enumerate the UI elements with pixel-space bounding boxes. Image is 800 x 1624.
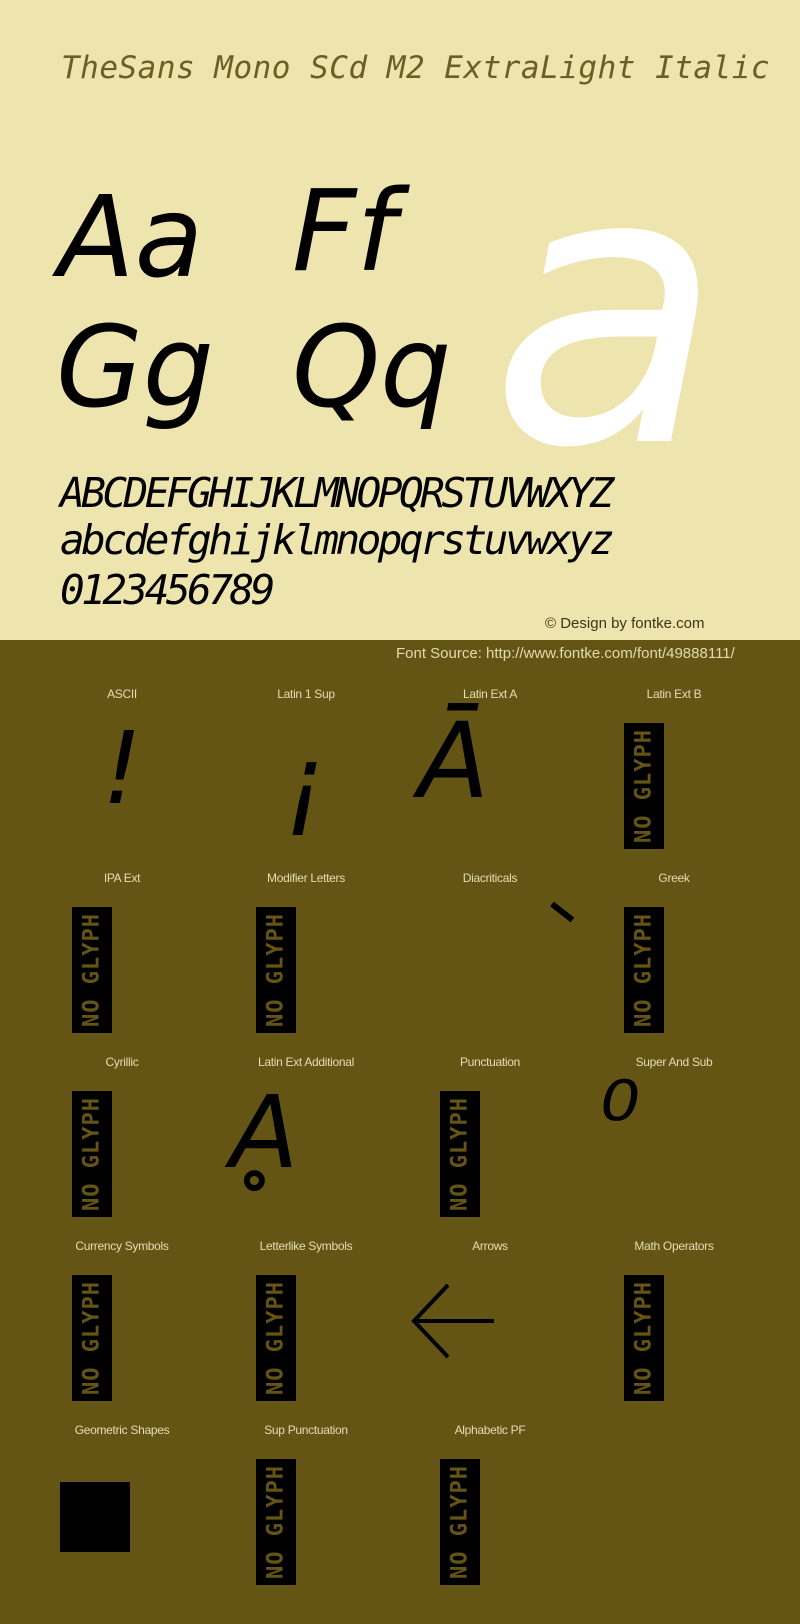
unicode-block-label: Math Operators — [634, 1239, 714, 1253]
unicode-block-label: Currency Symbols — [75, 1239, 169, 1253]
glyph-sample-area: NO GLYPH — [30, 893, 214, 1053]
unicode-block-cell: Modifier Letters NO GLYPH — [214, 871, 398, 1055]
unicode-block-label: Modifier Letters — [267, 871, 345, 885]
unicode-block-cell: IPA Ext NO GLYPH — [30, 871, 214, 1055]
unicode-block-cell: Latin Ext AĀ — [398, 687, 582, 871]
unicode-block-label: IPA Ext — [103, 871, 141, 885]
design-credit: © Design by fontke.com — [545, 615, 705, 632]
glyph-sample-area: Ḁ — [214, 1077, 398, 1237]
glyph-sample-area: ⁰ — [582, 1069, 766, 1237]
no-glyph-placeholder: NO GLYPH — [440, 1091, 480, 1217]
glyph-pair-aa: Aa — [58, 173, 204, 303]
no-glyph-placeholder: NO GLYPH — [72, 1091, 112, 1217]
unicode-block-label: Latin Ext B — [646, 687, 702, 701]
no-glyph-placeholder: NO GLYPH — [624, 907, 664, 1033]
no-glyph-placeholder: NO GLYPH — [624, 723, 664, 849]
no-glyph-text: NO GLYPH — [263, 1465, 289, 1579]
unicode-block-cell: Sup Punctuation NO GLYPH — [214, 1423, 398, 1607]
glyph-sample-area: NO GLYPH — [214, 1445, 398, 1605]
font-name-title: TheSans Mono SCd M2 ExtraLight Italic — [61, 50, 771, 86]
no-glyph-placeholder: NO GLYPH — [256, 1275, 296, 1401]
no-glyph-text: NO GLYPH — [79, 913, 105, 1027]
unicode-block-cell: Currency Symbols NO GLYPH — [30, 1239, 214, 1423]
no-glyph-placeholder: NO GLYPH — [624, 1275, 664, 1401]
unicode-block-label: Letterlike Symbols — [259, 1239, 353, 1253]
hero-glyph: a — [490, 88, 723, 531]
no-glyph-text: NO GLYPH — [447, 1465, 473, 1579]
no-glyph-text: NO GLYPH — [263, 913, 289, 1027]
unicode-block-cell: Alphabetic PF NO GLYPH — [398, 1423, 582, 1607]
digits-sample: 0123456789 — [60, 566, 275, 614]
unicode-block-cell: Letterlike Symbols NO GLYPH — [214, 1239, 398, 1423]
unicode-block-cell: ASCII! — [30, 687, 214, 871]
no-glyph-placeholder: NO GLYPH — [72, 907, 112, 1033]
no-glyph-placeholder: NO GLYPH — [256, 907, 296, 1033]
no-glyph-placeholder: NO GLYPH — [72, 1275, 112, 1401]
no-glyph-text: NO GLYPH — [79, 1281, 105, 1395]
glyph-char: ⁰ — [600, 1060, 641, 1177]
glyph-sample-area — [30, 1445, 214, 1605]
glyph-char: ¡ — [284, 724, 325, 841]
glyph-sample-area: NO GLYPH — [582, 709, 766, 869]
glyph-sample-area: ! — [30, 709, 214, 869]
glyph-sample-area — [398, 893, 582, 1053]
unicode-block-cell: Latin Ext B NO GLYPH — [582, 687, 766, 871]
no-glyph-placeholder: NO GLYPH — [256, 1459, 296, 1585]
unicode-block-label: Latin 1 Sup — [277, 687, 335, 701]
unicode-block-label: Geometric Shapes — [74, 1423, 170, 1437]
glyph-sample-area: NO GLYPH — [30, 1077, 214, 1237]
unicode-block-label: Sup Punctuation — [264, 1423, 348, 1437]
black-square-glyph — [60, 1482, 130, 1552]
unicode-block-label: Diacriticals — [462, 871, 518, 885]
no-glyph-text: NO GLYPH — [631, 729, 657, 843]
unicode-block-cell: Diacriticals — [398, 871, 582, 1055]
unicode-block-cell: Super And Sub ⁰ — [582, 1055, 766, 1239]
no-glyph-text: NO GLYPH — [263, 1281, 289, 1395]
unicode-block-label: Alphabetic PF — [454, 1423, 526, 1437]
unicode-block-cell: Arrows — [398, 1239, 582, 1423]
glyph-sample-area: NO GLYPH — [214, 1261, 398, 1421]
unicode-block-cell: Geometric Shapes — [30, 1423, 214, 1607]
glyph-pair-qq: Qq — [292, 303, 452, 433]
no-glyph-placeholder: NO GLYPH — [440, 1459, 480, 1585]
glyph-sample-area: NO GLYPH — [30, 1261, 214, 1421]
left-arrow-glyph — [411, 1283, 494, 1359]
unicode-block-cell: Punctuation NO GLYPH — [398, 1055, 582, 1239]
glyph-sample-area: NO GLYPH — [214, 893, 398, 1053]
glyph-sample-area: Ā — [398, 709, 582, 869]
grave-accent-glyph — [550, 901, 575, 923]
unicode-block-label: Greek — [658, 871, 690, 885]
unicode-block-cell: Greek NO GLYPH — [582, 871, 766, 1055]
uppercase-sample: ABCDEFGHIJKLMNOPQRSTUVWXYZ — [60, 469, 614, 517]
glyph-sample-area: ¡ — [214, 709, 398, 869]
unicode-block-label: Latin Ext Additional — [257, 1055, 355, 1069]
unicode-block-cell: Latin Ext Additional Ḁ — [214, 1055, 398, 1239]
unicode-block-cell: Latin 1 Sup ¡ — [214, 687, 398, 871]
glyph-sample-area: NO GLYPH — [582, 893, 766, 1053]
glyph-pair-gg: Gg — [56, 303, 214, 433]
preview-panel: TheSans Mono SCd M2 ExtraLight Italic Aa… — [0, 0, 800, 640]
glyph-sample-area — [398, 1261, 582, 1421]
unicode-block-label: Latin Ext A — [462, 687, 518, 701]
font-source-link[interactable]: Font Source: http://www.fontke.com/font/… — [396, 645, 735, 662]
glyph-sample-area: NO GLYPH — [398, 1077, 582, 1237]
no-glyph-text: NO GLYPH — [631, 1281, 657, 1395]
unicode-block-label: Arrows — [472, 1239, 508, 1253]
glyph-char: ! — [102, 710, 143, 827]
glyph-char: Ā — [418, 700, 490, 822]
glyph-sample-area: NO GLYPH — [398, 1445, 582, 1605]
unicode-block-cell: Math Operators NO GLYPH — [582, 1239, 766, 1423]
glyph-sample-area: NO GLYPH — [582, 1261, 766, 1421]
unicode-block-label: Punctuation — [459, 1055, 521, 1069]
glyph-pair-ff: Ff — [292, 167, 396, 297]
lowercase-sample: abcdefghijklmnopqrstuvwxyz — [60, 516, 614, 564]
no-glyph-text: NO GLYPH — [447, 1097, 473, 1211]
unicode-block-label: Cyrillic — [105, 1055, 139, 1069]
unicode-block-cell: Cyrillic NO GLYPH — [30, 1055, 214, 1239]
unicode-block-label: ASCII — [107, 687, 137, 701]
no-glyph-text: NO GLYPH — [79, 1097, 105, 1211]
glyph-char: Ḁ — [230, 1074, 299, 1191]
no-glyph-text: NO GLYPH — [631, 913, 657, 1027]
